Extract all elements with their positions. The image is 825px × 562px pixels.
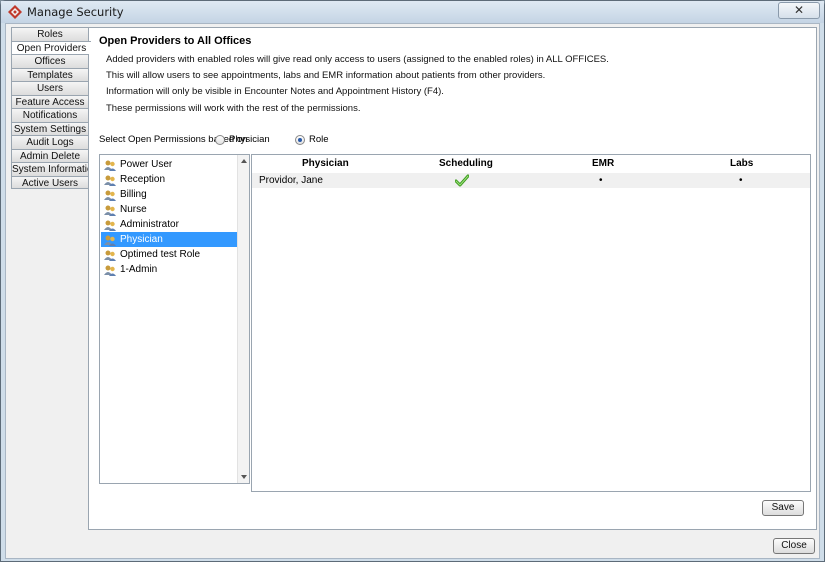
- role-icon: [104, 205, 116, 216]
- permissions-grid: Physician Scheduling EMR Labs Providor, …: [251, 154, 811, 492]
- role-label: Reception: [120, 174, 166, 185]
- physician-cell: Providor, Jane: [259, 175, 323, 186]
- tab-open-providers[interactable]: Open Providers: [11, 40, 91, 54]
- title-bar[interactable]: Manage Security ✕: [1, 1, 824, 23]
- role-list[interactable]: Power User Reception Billing Nurse Admin…: [99, 154, 250, 484]
- scroll-up-icon[interactable]: [241, 159, 247, 163]
- info-line-1: Added providers with enabled roles will …: [106, 54, 609, 65]
- role-item-administrator[interactable]: Administrator: [101, 217, 237, 232]
- column-header-emr[interactable]: EMR: [592, 158, 614, 169]
- tab-audit-logs[interactable]: Audit Logs: [11, 135, 89, 149]
- radio-checked-icon: [295, 134, 305, 145]
- sidebar-tabs: Roles Open Providers Offices Templates U…: [11, 27, 91, 189]
- client-area: Roles Open Providers Offices Templates U…: [5, 23, 820, 559]
- tab-notifications[interactable]: Notifications: [11, 108, 89, 122]
- role-item-1-admin[interactable]: 1-Admin: [101, 262, 237, 277]
- tab-offices[interactable]: Offices: [11, 54, 89, 68]
- tab-templates[interactable]: Templates: [11, 67, 89, 81]
- role-label: Billing: [120, 189, 147, 200]
- role-radio[interactable]: Role: [295, 134, 329, 145]
- column-header-physician[interactable]: Physician: [302, 158, 349, 169]
- labs-cell[interactable]: •: [739, 175, 743, 186]
- role-item-nurse[interactable]: Nurse: [101, 202, 237, 217]
- tab-users[interactable]: Users: [11, 81, 89, 95]
- window-title: Manage Security: [27, 5, 124, 19]
- role-radio-label: Role: [309, 134, 329, 145]
- emr-cell[interactable]: •: [599, 175, 603, 186]
- column-header-labs[interactable]: Labs: [730, 158, 753, 169]
- save-button[interactable]: Save: [762, 500, 804, 516]
- role-label: Nurse: [120, 204, 147, 215]
- tab-active-users[interactable]: Active Users: [11, 175, 89, 189]
- close-icon: ✕: [793, 3, 805, 17]
- role-icon: [104, 220, 116, 231]
- panel-title: Open Providers to All Offices: [99, 35, 252, 47]
- info-line-3: Information will only be visible in Enco…: [106, 86, 444, 97]
- tab-feature-access[interactable]: Feature Access: [11, 94, 89, 108]
- role-label: Administrator: [120, 219, 179, 230]
- info-line-2: This will allow users to see appointment…: [106, 70, 546, 81]
- app-logo-icon: [8, 5, 22, 19]
- open-providers-panel: Open Providers to All Offices Added prov…: [88, 27, 817, 530]
- physician-radio[interactable]: Physician: [215, 134, 270, 145]
- table-row[interactable]: Providor, Jane • •: [252, 173, 810, 188]
- role-label: Power User: [120, 159, 173, 170]
- role-icon: [104, 235, 116, 246]
- info-line-4: These permissions will work with the res…: [106, 103, 361, 114]
- tab-system-settings[interactable]: System Settings: [11, 121, 89, 135]
- grid-header: Physician Scheduling EMR Labs: [252, 155, 810, 171]
- radio-unchecked-icon: [215, 134, 225, 145]
- role-item-billing[interactable]: Billing: [101, 187, 237, 202]
- role-icon: [104, 160, 116, 171]
- role-list-scrollbar[interactable]: [237, 155, 249, 483]
- role-item-physician[interactable]: Physician: [101, 232, 237, 247]
- close-button[interactable]: Close: [773, 538, 815, 554]
- role-label: Physician: [120, 234, 163, 245]
- check-icon[interactable]: [455, 174, 469, 187]
- role-item-power-user[interactable]: Power User: [101, 157, 237, 172]
- role-label: Optimed test Role: [120, 249, 201, 260]
- tab-admin-delete[interactable]: Admin Delete: [11, 148, 89, 162]
- role-item-reception[interactable]: Reception: [101, 172, 237, 187]
- role-label: 1-Admin: [120, 264, 158, 275]
- close-window-button[interactable]: ✕: [778, 2, 820, 19]
- role-icon: [104, 175, 116, 186]
- role-icon: [104, 265, 116, 276]
- role-item-optimed-test-role[interactable]: Optimed test Role: [101, 247, 237, 262]
- scroll-down-icon[interactable]: [241, 475, 247, 479]
- tab-system-information[interactable]: System Information: [11, 162, 89, 176]
- role-icon: [104, 190, 116, 201]
- physician-radio-label: Physician: [229, 134, 270, 145]
- column-header-scheduling[interactable]: Scheduling: [439, 158, 493, 169]
- manage-security-window: Manage Security ✕ Roles Open Providers O…: [0, 0, 825, 562]
- role-icon: [104, 250, 116, 261]
- tab-roles[interactable]: Roles: [11, 27, 89, 41]
